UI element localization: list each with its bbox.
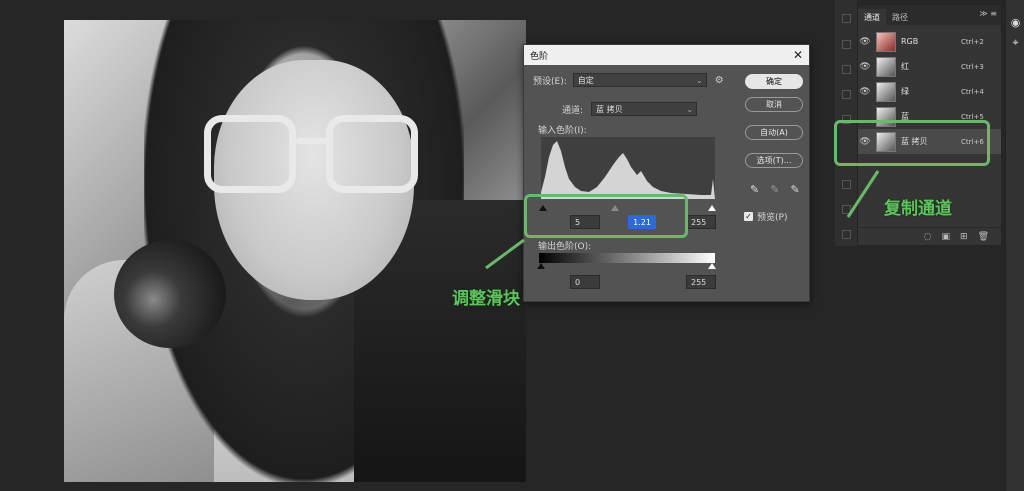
photo-fruit: [114, 240, 226, 348]
channel-thumbnail: [876, 56, 896, 77]
panel-tabs: 通道 路径 ≫ ≡: [858, 5, 1001, 25]
auto-button[interactable]: 自动(A): [745, 125, 803, 140]
canvas-photo: [64, 20, 526, 482]
output-black-slider[interactable]: [537, 263, 545, 269]
arrow-copy-channel: [846, 170, 880, 218]
new-channel-icon[interactable]: ⊞: [960, 232, 968, 242]
save-selection-icon[interactable]: ▣: [942, 232, 951, 242]
channel-name: 红: [901, 62, 909, 71]
photo-glasses-right: [326, 115, 418, 193]
panel-menu-icon[interactable]: ≫ ≡: [979, 9, 997, 18]
dialog-titlebar[interactable]: 色阶 ✕: [524, 45, 809, 65]
cancel-button[interactable]: 取消: [745, 97, 803, 112]
highlight-copy-channel: [834, 120, 990, 166]
trash-icon[interactable]: 🗑: [978, 232, 989, 242]
annotation-copy-channel: 复制通道: [884, 199, 952, 219]
chevron-down-icon: ⌄: [686, 104, 694, 114]
channel-thumbnail: [876, 81, 896, 102]
tab-channels[interactable]: 通道: [858, 9, 886, 25]
load-selection-icon[interactable]: ◌: [924, 232, 932, 242]
pen-path-icon[interactable]: ⌖: [1009, 36, 1022, 49]
channel-name: 绿: [901, 87, 909, 96]
channel-row-red[interactable]: 👁 红 Ctrl+3: [858, 54, 1001, 79]
preview-checkbox[interactable]: ✓: [744, 212, 753, 221]
channel-thumbnail: [876, 31, 896, 52]
channel-row-rgb[interactable]: 👁 RGB Ctrl+2: [858, 29, 1001, 54]
eye-icon[interactable]: 👁: [858, 62, 872, 72]
levels-dialog: 色阶 ✕ 预设(E): 自定 ⌄ ⚙ 通道: 蓝 拷贝 ⌄ 输入色阶(I): 5…: [523, 44, 810, 302]
eye-icon[interactable]: 👁: [858, 37, 872, 47]
right-toolbar: ◉ ⌖: [1005, 0, 1024, 491]
output-levels-label: 输出色阶(O):: [538, 242, 592, 252]
gray-eyedropper-icon[interactable]: ✎: [770, 183, 779, 196]
input-white-slider[interactable]: [708, 205, 716, 211]
output-black-field[interactable]: 0: [570, 275, 600, 289]
panel-footer: ◌ ▣ ⊞ 🗑: [858, 227, 1001, 245]
photo-glasses-left: [204, 115, 296, 193]
channel-shortcut: Ctrl+4: [961, 87, 984, 96]
channel-select[interactable]: 蓝 拷贝 ⌄: [591, 102, 698, 116]
highlight-input-levels: [524, 194, 688, 238]
output-white-field[interactable]: 255: [686, 275, 716, 289]
preset-label: 预设(E):: [533, 76, 567, 87]
photo-glasses-bridge: [296, 138, 328, 144]
channel-shortcut: Ctrl+2: [961, 37, 984, 46]
input-levels-label: 输入色阶(I):: [538, 126, 587, 136]
eye-icon[interactable]: 👁: [858, 87, 872, 97]
preset-select[interactable]: 自定 ⌄: [572, 73, 707, 87]
output-white-slider[interactable]: [708, 263, 716, 269]
white-eyedropper-icon[interactable]: ✎: [790, 183, 799, 196]
preset-value: 自定: [577, 75, 594, 85]
input-white-field[interactable]: 255: [686, 215, 716, 229]
histogram: [541, 137, 715, 199]
output-gradient: [539, 253, 715, 263]
channel-label: 通道:: [562, 105, 584, 116]
close-icon[interactable]: ✕: [793, 48, 803, 62]
channel-shortcut: Ctrl+3: [961, 62, 984, 71]
black-eyedropper-icon[interactable]: ✎: [750, 183, 759, 196]
channel-name: RGB: [901, 37, 919, 46]
palette-icon[interactable]: ◉: [1009, 16, 1022, 29]
options-button[interactable]: 选项(T)...: [745, 153, 803, 168]
channel-value: 蓝 拷贝: [596, 104, 623, 114]
preview-label: 预览(P): [757, 213, 788, 223]
annotation-adjust-slider: 调整滑块: [452, 289, 520, 309]
ok-button[interactable]: 确定: [745, 74, 803, 89]
chevron-down-icon: ⌄: [696, 75, 703, 85]
dialog-title: 色阶: [530, 51, 549, 62]
gear-icon[interactable]: ⚙: [715, 75, 724, 86]
arrow-adjust-slider: [485, 238, 525, 270]
histogram-graph: [541, 141, 715, 199]
channel-row-green[interactable]: 👁 绿 Ctrl+4: [858, 79, 1001, 104]
tab-paths[interactable]: 路径: [886, 9, 914, 25]
